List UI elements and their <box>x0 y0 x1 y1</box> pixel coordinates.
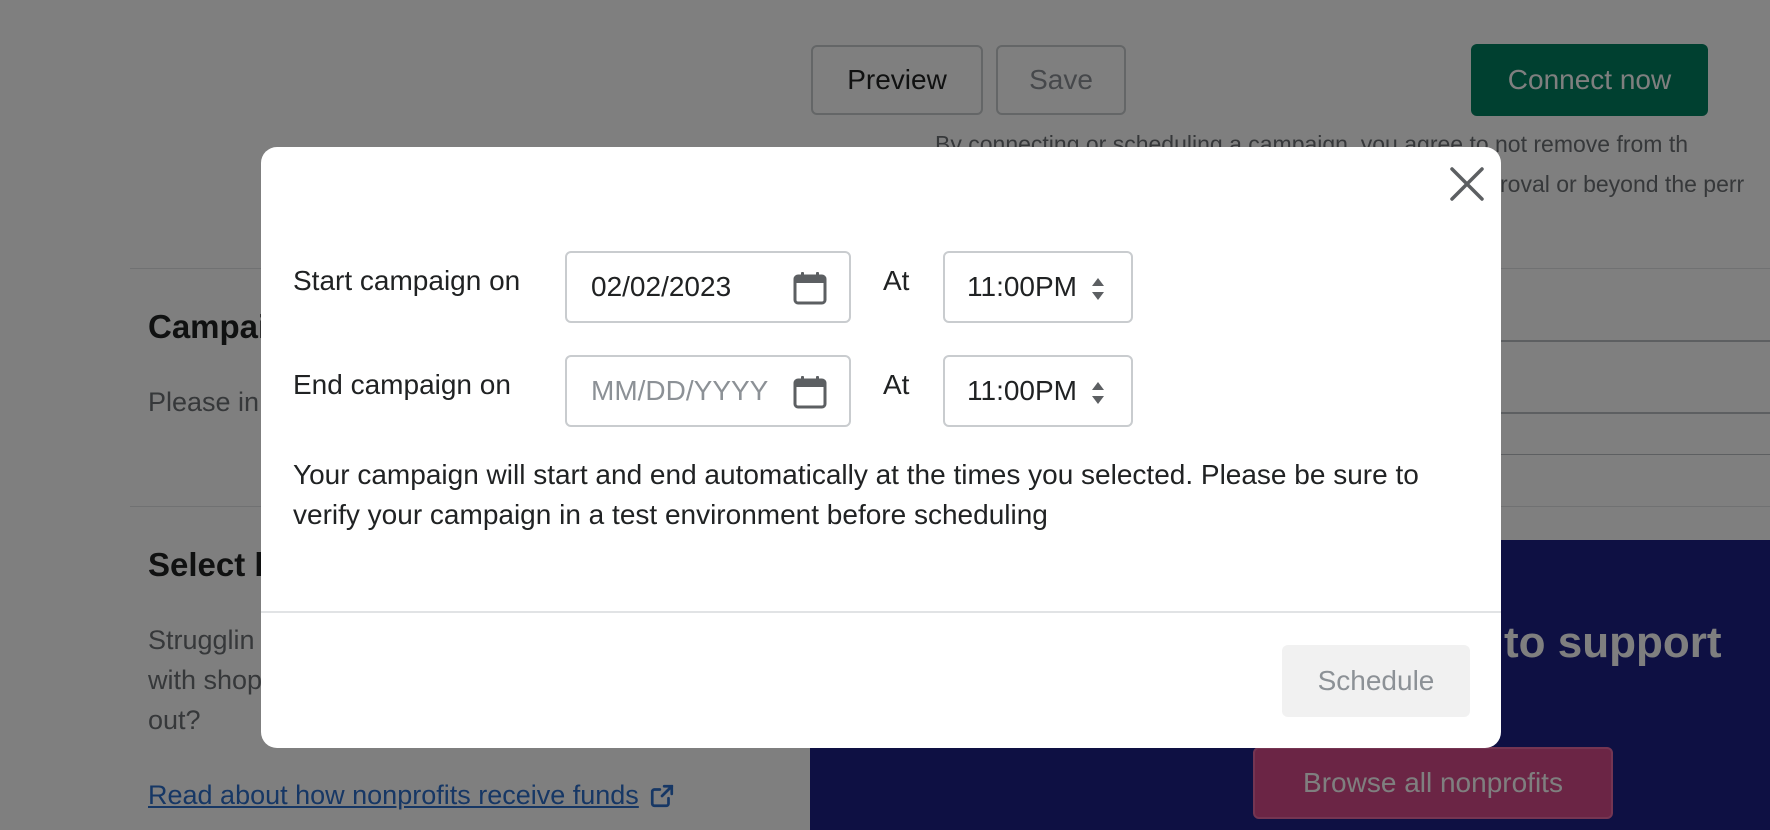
schedule-campaign-modal: Start campaign on 02/02/2023 At 11:00PM … <box>261 147 1501 748</box>
modal-footer-divider <box>261 611 1501 613</box>
close-icon <box>1450 167 1484 201</box>
start-date-value: 02/02/2023 <box>591 271 732 302</box>
start-time-value: 11:00PM <box>967 271 1077 302</box>
select-stepper-icon <box>1092 382 1104 404</box>
end-time-value: 11:00PM <box>967 375 1077 406</box>
select-stepper-icon <box>1092 278 1104 300</box>
calendar-icon[interactable] <box>793 375 827 409</box>
schedule-helper-text: Your campaign will start and end automat… <box>293 459 1419 530</box>
start-campaign-label: Start campaign on <box>293 265 521 296</box>
start-time-select[interactable]: 11:00PM <box>943 251 1133 323</box>
end-date-input[interactable]: MM/DD/YYYY <box>565 355 851 427</box>
start-date-input[interactable]: 02/02/2023 <box>565 251 851 323</box>
end-at-label: At <box>883 369 910 400</box>
close-button[interactable] <box>1444 161 1490 207</box>
end-time-select[interactable]: 11:00PM <box>943 355 1133 427</box>
end-date-placeholder: MM/DD/YYYY <box>591 375 769 406</box>
end-campaign-label: End campaign on <box>293 369 511 400</box>
calendar-icon[interactable] <box>793 271 827 305</box>
start-at-label: At <box>883 265 910 296</box>
schedule-button[interactable]: Schedule <box>1282 645 1470 717</box>
